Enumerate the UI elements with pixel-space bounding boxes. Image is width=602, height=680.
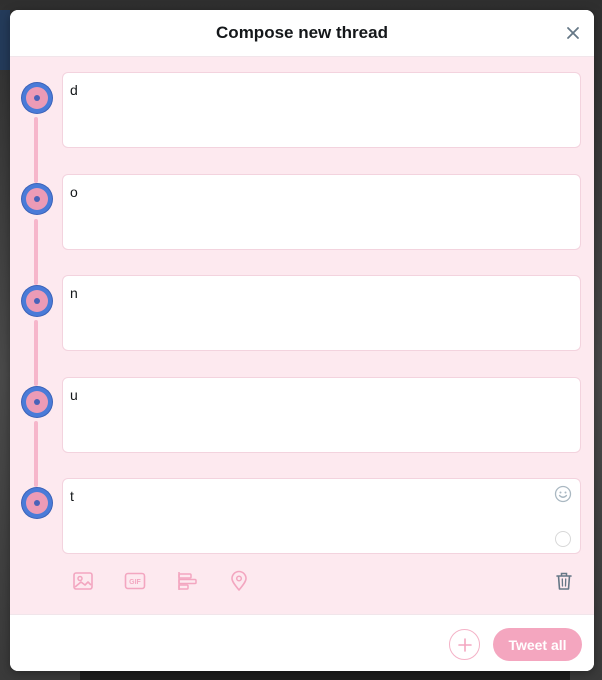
thread-connector: [34, 219, 38, 285]
image-icon: [73, 572, 93, 590]
modal-title: Compose new thread: [216, 23, 388, 42]
backdrop-strip: [0, 10, 10, 70]
tweet-text: n: [70, 285, 78, 301]
tweet-input-box[interactable]: u: [62, 377, 581, 453]
thread-area: d o n u t GIF: [10, 57, 594, 614]
add-tweet-button[interactable]: [449, 629, 480, 660]
gif-label: GIF: [129, 579, 141, 586]
location-button[interactable]: [228, 570, 250, 592]
thread-connector: [34, 117, 38, 183]
modal-header: Compose new thread: [10, 10, 594, 57]
tweet-input-box[interactable]: o: [62, 174, 581, 250]
tweet-text: o: [70, 184, 78, 200]
tweet-text: d: [70, 82, 78, 98]
thread-connector: [34, 320, 38, 386]
thread-connector: [34, 421, 38, 487]
avatar: [22, 387, 52, 417]
gif-icon: GIF: [124, 572, 146, 590]
compose-thread-modal: Compose new thread d o n u t GIF Tweet a…: [10, 10, 594, 671]
tweet-text: u: [70, 387, 78, 403]
character-count-ring: [555, 531, 571, 547]
modal-footer: Tweet all: [10, 614, 594, 671]
emoji-icon[interactable]: [554, 485, 572, 503]
gif-button[interactable]: GIF: [124, 570, 146, 592]
location-icon: [231, 570, 247, 591]
plus-icon: [457, 637, 472, 652]
avatar: [22, 184, 52, 214]
tweet-all-button[interactable]: Tweet all: [493, 628, 582, 661]
avatar: [22, 286, 52, 316]
poll-button[interactable]: [176, 570, 198, 592]
media-button[interactable]: [72, 570, 94, 592]
avatar: [22, 488, 52, 518]
tweet-input-box[interactable]: t: [62, 478, 581, 554]
avatar: [22, 83, 52, 113]
close-icon: [567, 27, 579, 39]
delete-tweet-button[interactable]: [553, 570, 575, 592]
trash-icon: [556, 572, 572, 590]
tweet-input-box[interactable]: d: [62, 72, 581, 148]
tweet-input-box[interactable]: n: [62, 275, 581, 351]
tweet-text: t: [70, 488, 74, 504]
close-button[interactable]: [562, 22, 584, 44]
poll-icon: [178, 572, 197, 590]
